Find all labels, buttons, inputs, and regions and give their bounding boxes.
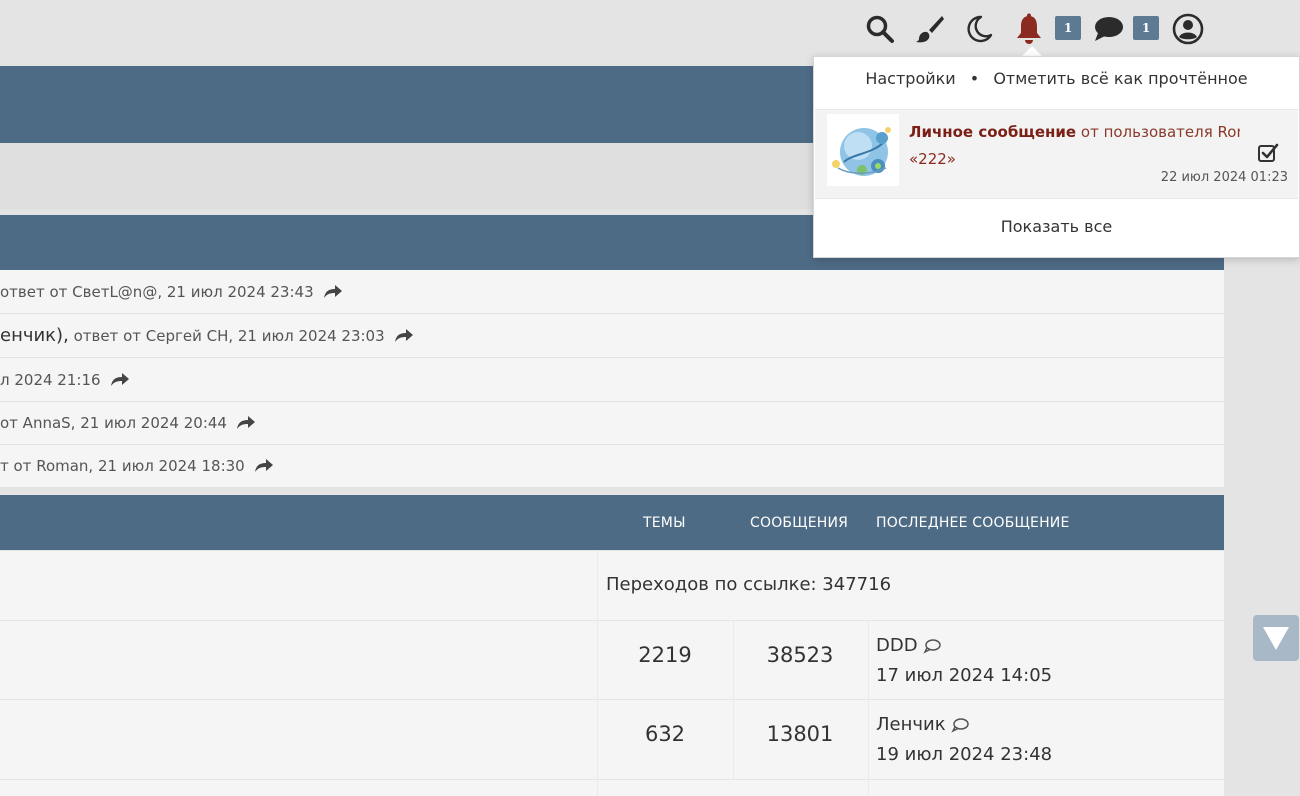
topics-count: 632 (644, 722, 686, 746)
list-item[interactable]: енчик), ответ от Сергей СН, 21 июл 2024 … (0, 314, 1224, 358)
notification-title[interactable]: Личное сообщение (909, 123, 1076, 141)
column-divider (597, 621, 598, 700)
topics-count: 2219 (638, 643, 692, 667)
column-divider (733, 700, 734, 779)
comment-bubble-icon[interactable] (950, 717, 969, 733)
last-post-user[interactable]: DDD (876, 635, 941, 656)
table-row: Переходов по ссылке: 347716 (0, 550, 1224, 620)
scroll-down-button[interactable] (1253, 615, 1299, 661)
recent-posts-panel: ответ от СветL@n@, 21 июл 2024 23:43 енч… (0, 270, 1224, 488)
notifications-count-badge[interactable]: 1 (1055, 16, 1081, 40)
list-item[interactable]: от AnnaS, 21 июл 2024 20:44 (0, 401, 1224, 445)
notification-text[interactable]: Личное сообщение от пользователя Roma (909, 123, 1240, 141)
column-divider (868, 780, 869, 796)
user-icon[interactable] (1171, 12, 1205, 46)
recent-post-title-fragment[interactable]: енчик), (0, 325, 69, 346)
column-divider (597, 700, 598, 779)
recent-post-text[interactable]: от AnnaS, 21 июл 2024 20:44 (0, 414, 227, 432)
recent-post-text[interactable]: л 2024 21:16 (0, 371, 101, 389)
column-divider (733, 621, 734, 700)
column-divider (597, 551, 598, 620)
table-row[interactable]: 2219 38523 DDD 17 июл 2024 14:05 (0, 620, 1224, 700)
reply-arrow-icon[interactable] (254, 458, 273, 473)
messages-count-badge[interactable]: 1 (1133, 16, 1159, 40)
notification-from[interactable]: от пользователя Roma (1081, 123, 1240, 141)
moon-icon[interactable] (962, 12, 996, 46)
show-all-notifications-link[interactable]: Показать все (814, 217, 1299, 236)
reply-arrow-icon[interactable] (110, 372, 129, 387)
last-post-username[interactable]: Ленчик (876, 714, 946, 735)
last-post-username[interactable]: DDD (876, 635, 918, 656)
reply-arrow-icon[interactable] (236, 415, 255, 430)
reply-arrow-icon[interactable] (323, 284, 342, 299)
notification-item[interactable]: Личное сообщение от пользователя Roma «2… (815, 109, 1298, 199)
last-post-date: 17 июл 2024 14:05 (876, 665, 1053, 686)
mark-all-read-link[interactable]: Отметить всё как прочтённое (993, 69, 1247, 88)
column-divider (597, 780, 598, 796)
table-row[interactable]: 632 13801 Ленчик 19 июл 2024 23:48 (0, 699, 1224, 779)
column-header-posts: СООБЩЕНИЯ (750, 515, 849, 531)
list-item[interactable]: ответ от СветL@n@, 21 июл 2024 23:43 (0, 270, 1224, 314)
sender-avatar[interactable] (827, 114, 899, 186)
column-divider (868, 700, 869, 779)
notifications-dropdown: Настройки • Отметить всё как прочтённое … (813, 56, 1300, 258)
header-separator: • (969, 69, 980, 88)
notification-settings-link[interactable]: Настройки (865, 69, 955, 88)
recent-post-text[interactable]: т от Roman, 21 июл 2024 18:30 (0, 457, 245, 475)
column-header-topics: ТЕМЫ (643, 515, 686, 531)
brush-icon[interactable] (913, 12, 947, 46)
notification-time: 22 июл 2024 01:23 (1160, 170, 1288, 185)
list-item[interactable]: л 2024 21:16 (0, 358, 1224, 402)
column-divider (868, 621, 869, 700)
link-clicks-count: Переходов по ссылке: 347716 (606, 574, 892, 595)
list-item[interactable]: т от Roman, 21 июл 2024 18:30 (0, 444, 1224, 488)
triangle-down-icon (1263, 627, 1289, 650)
reply-arrow-icon[interactable] (394, 328, 413, 343)
table-row[interactable] (0, 779, 1224, 796)
posts-count: 38523 (766, 643, 834, 667)
mark-read-checkbox-icon[interactable] (1257, 142, 1279, 164)
notifications-header: Настройки • Отметить всё как прочтённое (814, 69, 1299, 88)
last-post-user[interactable]: Ленчик (876, 714, 969, 735)
last-post-date: 19 июл 2024 23:48 (876, 744, 1053, 765)
recent-post-text[interactable]: ответ от СветL@n@, 21 июл 2024 23:43 (0, 283, 314, 301)
chat-icon[interactable] (1091, 12, 1125, 46)
recent-post-text[interactable]: ответ от Сергей СН, 21 июл 2024 23:03 (74, 327, 385, 345)
bell-icon[interactable] (1012, 12, 1046, 46)
column-header-last-post: ПОСЛЕДНЕЕ СООБЩЕНИЕ (876, 515, 1070, 531)
comment-bubble-icon[interactable] (922, 638, 941, 654)
posts-count: 13801 (766, 722, 834, 746)
search-icon[interactable] (863, 12, 897, 46)
notification-subject[interactable]: «222» (909, 150, 956, 168)
